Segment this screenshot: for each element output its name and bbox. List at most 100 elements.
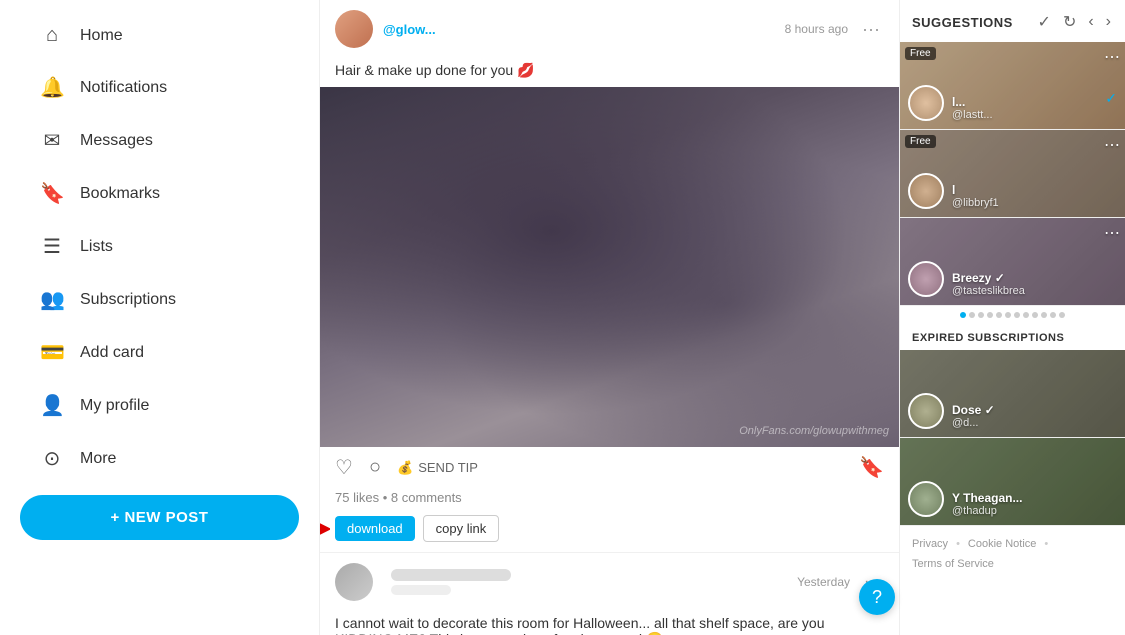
- left-sidebar: ⌂ Home 🔔 Notifications ✉ Messages 🔖 Book…: [0, 0, 320, 635]
- suggestion-card-2[interactable]: Free ⋯ l @libbryf1: [900, 130, 1125, 218]
- expired-name-1: Dose ✓: [952, 403, 995, 417]
- privacy-link[interactable]: Privacy: [912, 538, 948, 550]
- messages-icon: ✉: [40, 128, 64, 153]
- right-sidebar: SUGGESTIONS ✓ ↻ ‹ › Free ⋯ l... @lastt..…: [900, 0, 1125, 635]
- sidebar-item-label: Add card: [80, 344, 144, 362]
- dot-4: [987, 312, 993, 318]
- terms-link[interactable]: Terms of Service: [912, 558, 994, 570]
- stat-separator: •: [383, 490, 391, 505]
- post2-meta: [383, 569, 787, 595]
- suggestion-info-2: l @libbryf1: [952, 183, 999, 209]
- blur-overlay: [320, 87, 899, 447]
- post-text: Hair & make up done for you 💋: [320, 58, 899, 87]
- expired-info-2: Y Theagan... @thadup: [952, 491, 1022, 517]
- suggestion-avatar-2: [908, 173, 944, 209]
- dot-6: [1005, 312, 1011, 318]
- post2-text: I cannot wait to decorate this room for …: [320, 611, 899, 635]
- suggestion-check-1: ✓: [1105, 90, 1117, 107]
- copy-link-button[interactable]: copy link: [423, 515, 500, 542]
- post-meta: @glow...: [383, 22, 775, 37]
- sidebar-item-messages[interactable]: ✉ Messages: [10, 116, 309, 165]
- expired-section-title: EXPIRED SUBSCRIPTIONS: [900, 324, 1125, 350]
- sidebar-item-bookmarks[interactable]: 🔖 Bookmarks: [10, 169, 309, 218]
- expired-card-1[interactable]: Dose ✓ @d...: [900, 350, 1125, 438]
- help-button[interactable]: ?: [859, 579, 895, 615]
- dot-9: [1032, 312, 1038, 318]
- suggestion-dots-1[interactable]: ⋯: [1104, 47, 1120, 67]
- suggestion-avatar-3: [908, 261, 944, 297]
- card-icon: 💳: [40, 340, 64, 365]
- post-actions: ♡ ○ 💰 SEND TIP 🔖: [320, 447, 899, 488]
- red-arrow-icon: [320, 517, 330, 541]
- prev-icon[interactable]: ‹: [1086, 11, 1095, 33]
- suggestions-header-icons: ✓ ↻ ‹ ›: [1036, 10, 1113, 34]
- post2-time-blurred: [391, 585, 451, 595]
- post2-avatar: [335, 563, 373, 601]
- more-icon: ⊙: [40, 446, 64, 471]
- home-icon: ⌂: [40, 24, 64, 47]
- dot-7: [1014, 312, 1020, 318]
- comment-icon[interactable]: ○: [369, 456, 381, 479]
- sidebar-item-label: Notifications: [80, 79, 167, 97]
- dot-3: [978, 312, 984, 318]
- download-actions-row: download copy link: [320, 511, 899, 552]
- subscriptions-icon: 👥: [40, 287, 64, 312]
- post-options-button[interactable]: ···: [858, 15, 884, 44]
- suggestion-name-1: l...: [952, 95, 993, 109]
- suggestion-dots-3[interactable]: ⋯: [1104, 223, 1120, 243]
- main-feed: @glow... 8 hours ago ··· Hair & make up …: [320, 0, 900, 635]
- suggestion-name-3: Breezy ✓: [952, 271, 1025, 285]
- send-tip-button[interactable]: 💰 SEND TIP: [397, 460, 478, 476]
- sidebar-item-add-card[interactable]: 💳 Add card: [10, 328, 309, 377]
- sidebar-item-label: Home: [80, 27, 123, 45]
- suggestion-info-1: l... @lastt...: [952, 95, 993, 121]
- post2-header: Yesterday ···: [320, 552, 899, 611]
- suggestion-name-2: l: [952, 183, 999, 197]
- expired-info-1: Dose ✓ @d...: [952, 403, 995, 429]
- sidebar-item-lists[interactable]: ☰ Lists: [10, 222, 309, 271]
- post-1: @glow... 8 hours ago ··· Hair & make up …: [320, 0, 899, 552]
- post-username[interactable]: @glow...: [383, 22, 775, 37]
- suggestion-handle-3: @tasteslikbrea: [952, 285, 1025, 297]
- post-header: @glow... 8 hours ago ···: [320, 0, 899, 58]
- suggestion-card-1[interactable]: Free ⋯ l... @lastt... ✓: [900, 42, 1125, 130]
- expired-handle-2: @thadup: [952, 505, 1022, 517]
- next-icon[interactable]: ›: [1104, 11, 1113, 33]
- bookmark-action-icon[interactable]: 🔖: [859, 455, 884, 480]
- sidebar-item-label: Lists: [80, 238, 113, 256]
- expired-handle-1: @d...: [952, 417, 995, 429]
- filter-icon[interactable]: ✓: [1036, 10, 1053, 34]
- post-stats: 75 likes • 8 comments: [320, 488, 899, 511]
- dot-12: [1059, 312, 1065, 318]
- suggestion-dots-2[interactable]: ⋯: [1104, 135, 1120, 155]
- refresh-icon[interactable]: ↻: [1061, 10, 1078, 34]
- blurred-image: [320, 87, 899, 447]
- suggestions-header: SUGGESTIONS ✓ ↻ ‹ ›: [900, 0, 1125, 42]
- like-icon[interactable]: ♡: [335, 455, 353, 480]
- post2-name-blurred: [391, 569, 511, 581]
- cookie-link[interactable]: Cookie Notice: [968, 538, 1036, 550]
- suggestion-card-3[interactable]: ⋯ Breezy ✓ @tasteslikbrea: [900, 218, 1125, 306]
- dot-5: [996, 312, 1002, 318]
- sidebar-item-home[interactable]: ⌂ Home: [10, 12, 309, 59]
- sidebar-item-label: More: [80, 450, 116, 468]
- download-button[interactable]: download: [335, 516, 415, 541]
- expired-card-2[interactable]: Y Theagan... @thadup: [900, 438, 1125, 526]
- post-time: 8 hours ago: [785, 22, 848, 36]
- watermark: OnlyFans.com/glowupwithmeg: [739, 425, 889, 437]
- footer-dot-2: •: [1044, 538, 1048, 550]
- post-2: Yesterday ··· I cannot wait to decorate …: [320, 552, 899, 635]
- post-image: OnlyFans.com/glowupwithmeg: [320, 87, 899, 447]
- sidebar-item-notifications[interactable]: 🔔 Notifications: [10, 63, 309, 112]
- suggestion-avatar-1: [908, 85, 944, 121]
- bell-icon: 🔔: [40, 75, 64, 100]
- sidebar-item-more[interactable]: ⊙ More: [10, 434, 309, 483]
- send-tip-icon: 💰: [397, 460, 413, 476]
- new-post-label: + NEW POST: [111, 509, 209, 526]
- footer-dot-1: •: [956, 538, 960, 550]
- sidebar-item-label: Messages: [80, 132, 153, 150]
- sidebar-item-subscriptions[interactable]: 👥 Subscriptions: [10, 275, 309, 324]
- new-post-button[interactable]: + NEW POST: [20, 495, 299, 540]
- sidebar-item-my-profile[interactable]: 👤 My profile: [10, 381, 309, 430]
- dot-8: [1023, 312, 1029, 318]
